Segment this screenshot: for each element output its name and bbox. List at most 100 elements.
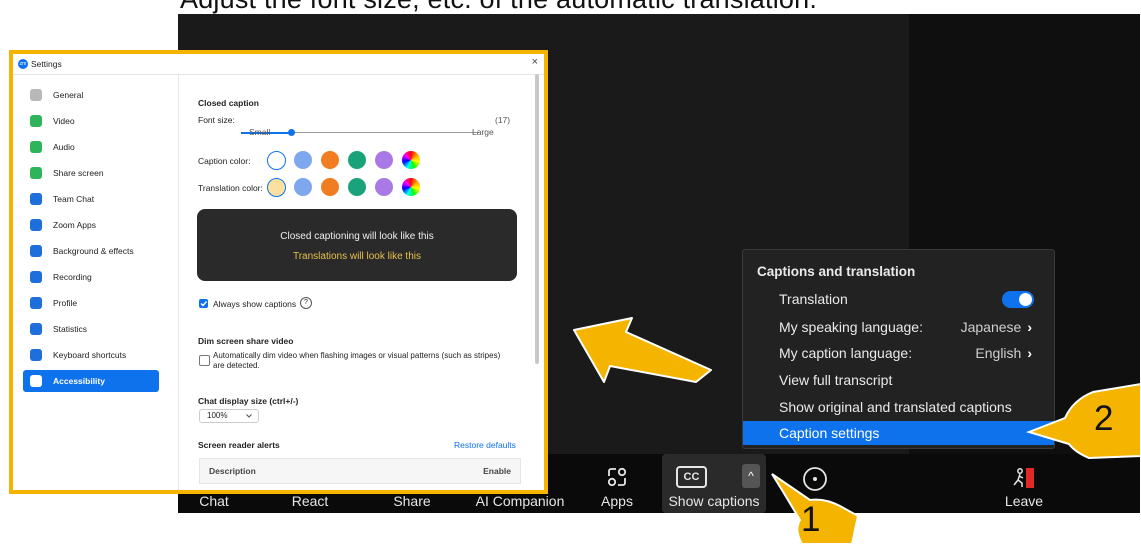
zoom-logo-icon: zm: [18, 59, 28, 69]
step-number-1: 1: [801, 500, 821, 539]
leave-button[interactable]: Leave: [996, 454, 1052, 513]
caption-settings-item[interactable]: Caption settings: [743, 421, 1054, 445]
caption-color-label: Caption color:: [198, 156, 251, 166]
color-swatch[interactable]: [294, 178, 312, 196]
color-swatch[interactable]: [267, 178, 286, 197]
closed-caption-heading: Closed caption: [198, 98, 259, 108]
color-swatch[interactable]: [321, 151, 339, 169]
color-swatch[interactable]: [375, 151, 393, 169]
sidebar-item-label: Statistics: [53, 324, 88, 334]
color-swatch[interactable]: [267, 151, 286, 170]
restore-defaults-link[interactable]: Restore defaults: [454, 440, 516, 450]
sidebar-item-label: Profile: [53, 298, 78, 308]
original-translated-item[interactable]: Show original and translated captions: [743, 395, 1054, 419]
color-swatch[interactable]: [321, 178, 339, 196]
captions-menu: Captions and translation Translation My …: [742, 249, 1055, 449]
view-transcript-label: View full transcript: [779, 372, 893, 388]
sidebar-item-accessibility[interactable]: Accessibility: [23, 370, 159, 392]
caption-preview: Closed captioning will look like this Tr…: [197, 209, 517, 281]
caption-settings-label: Caption settings: [779, 425, 880, 441]
instruction-heading: Adjust the font size, etc. of the automa…: [180, 0, 1040, 15]
pointing-hand-icon-2: [1025, 382, 1141, 460]
translation-row[interactable]: Translation: [743, 287, 1054, 311]
react-label: React: [291, 493, 329, 509]
show-captions-label[interactable]: Show captions: [662, 493, 766, 509]
chat-display-size-heading: Chat display size (ctrl+/-): [198, 396, 299, 406]
sidebar-item-label: General: [53, 90, 84, 100]
sidebar-icon: [30, 141, 42, 153]
ai-companion-label: AI Companion: [475, 493, 565, 509]
sidebar-item-background-effects[interactable]: Background & effects: [23, 240, 159, 262]
alerts-table-header: Description Enable: [199, 458, 521, 484]
sidebar-item-recording[interactable]: Recording: [23, 266, 159, 288]
sidebar-item-video[interactable]: Video: [23, 110, 159, 132]
chat-display-size-select[interactable]: 100%: [199, 409, 259, 423]
chevron-right-icon: ›: [1027, 319, 1032, 335]
speaking-language-value: Japanese ›: [960, 319, 1032, 335]
sidebar-item-statistics[interactable]: Statistics: [23, 318, 159, 340]
font-size-label: Font size:: [198, 115, 235, 125]
color-swatch[interactable]: [348, 151, 366, 169]
sidebar-item-general[interactable]: General: [23, 84, 159, 106]
sidebar-icon: [30, 349, 42, 361]
color-swatch[interactable]: [375, 178, 393, 196]
sidebar-icon: [30, 323, 42, 335]
sidebar-icon: [30, 375, 42, 387]
sidebar-item-label: Recording: [53, 272, 92, 282]
sidebar-item-label: Accessibility: [53, 376, 105, 386]
always-show-captions-checkbox[interactable]: [199, 299, 208, 308]
leave-label: Leave: [1004, 493, 1044, 509]
captions-caret-button[interactable]: ^: [742, 464, 760, 488]
dim-screen-checkbox[interactable]: [199, 355, 210, 366]
apps-button[interactable]: Apps: [592, 454, 642, 513]
sidebar-item-audio[interactable]: Audio: [23, 136, 159, 158]
view-transcript-item[interactable]: View full transcript: [743, 368, 1054, 392]
dim-screen-description-2: are detected.: [213, 361, 260, 370]
chat-size-value: 100%: [207, 411, 228, 420]
description-column: Description: [209, 466, 256, 476]
sidebar-icon: [30, 245, 42, 257]
captions-menu-title: Captions and translation: [757, 264, 916, 279]
show-captions-group: CC ^ Show captions: [662, 454, 766, 513]
sidebar-item-share-screen[interactable]: Share screen: [23, 162, 159, 184]
caption-language-row[interactable]: My caption language: English ›: [743, 341, 1054, 365]
settings-window: zm Settings × General Video Audio Share scr…: [9, 50, 548, 494]
sidebar-icon: [30, 115, 42, 127]
preview-caption-text: Closed captioning will look like this: [280, 231, 434, 242]
caption-language-label: My caption language:: [779, 345, 913, 361]
font-size-slider-handle[interactable]: [288, 129, 295, 136]
sidebar-item-label: Team Chat: [53, 194, 95, 204]
speaking-language-label: My speaking language:: [779, 319, 923, 335]
font-size-large-label: Large: [472, 127, 494, 137]
translation-toggle[interactable]: [1002, 291, 1034, 308]
chat-label: Chat: [199, 493, 229, 509]
caption-language-value: English ›: [975, 345, 1032, 361]
help-icon[interactable]: ?: [300, 297, 312, 309]
sidebar-item-profile[interactable]: Profile: [23, 292, 159, 314]
font-size-value: (17): [495, 115, 511, 125]
chevron-down-icon: [246, 414, 252, 418]
closed-caption-icon[interactable]: CC: [676, 466, 707, 488]
speaking-language-row[interactable]: My speaking language: Japanese ›: [743, 315, 1054, 339]
sidebar-item-keyboard-shortcuts[interactable]: Keyboard shortcuts: [23, 344, 159, 366]
sidebar-icon: [30, 167, 42, 179]
color-swatch[interactable]: [294, 151, 312, 169]
sidebar-item-team-chat[interactable]: Team Chat: [23, 188, 159, 210]
apps-icon: [607, 467, 627, 487]
settings-scrollbar[interactable]: [535, 74, 539, 364]
color-swatch[interactable]: [402, 178, 420, 196]
sidebar-icon: [30, 193, 42, 205]
close-icon[interactable]: ×: [532, 56, 538, 68]
apps-label: Apps: [601, 493, 633, 509]
sidebar-item-label: Video: [53, 116, 75, 126]
enable-column: Enable: [483, 466, 511, 476]
sidebar-icon: [30, 297, 42, 309]
sidebar-item-label: Zoom Apps: [53, 220, 96, 230]
color-swatch[interactable]: [348, 178, 366, 196]
dim-screen-description: Automatically dim video when flashing im…: [213, 351, 501, 360]
sidebar-item-label: Share screen: [53, 168, 104, 178]
color-swatch[interactable]: [402, 151, 420, 169]
sidebar-icon: [30, 219, 42, 231]
sidebar-item-zoom-apps[interactable]: Zoom Apps: [23, 214, 159, 236]
sidebar-item-label: Keyboard shortcuts: [53, 350, 127, 360]
